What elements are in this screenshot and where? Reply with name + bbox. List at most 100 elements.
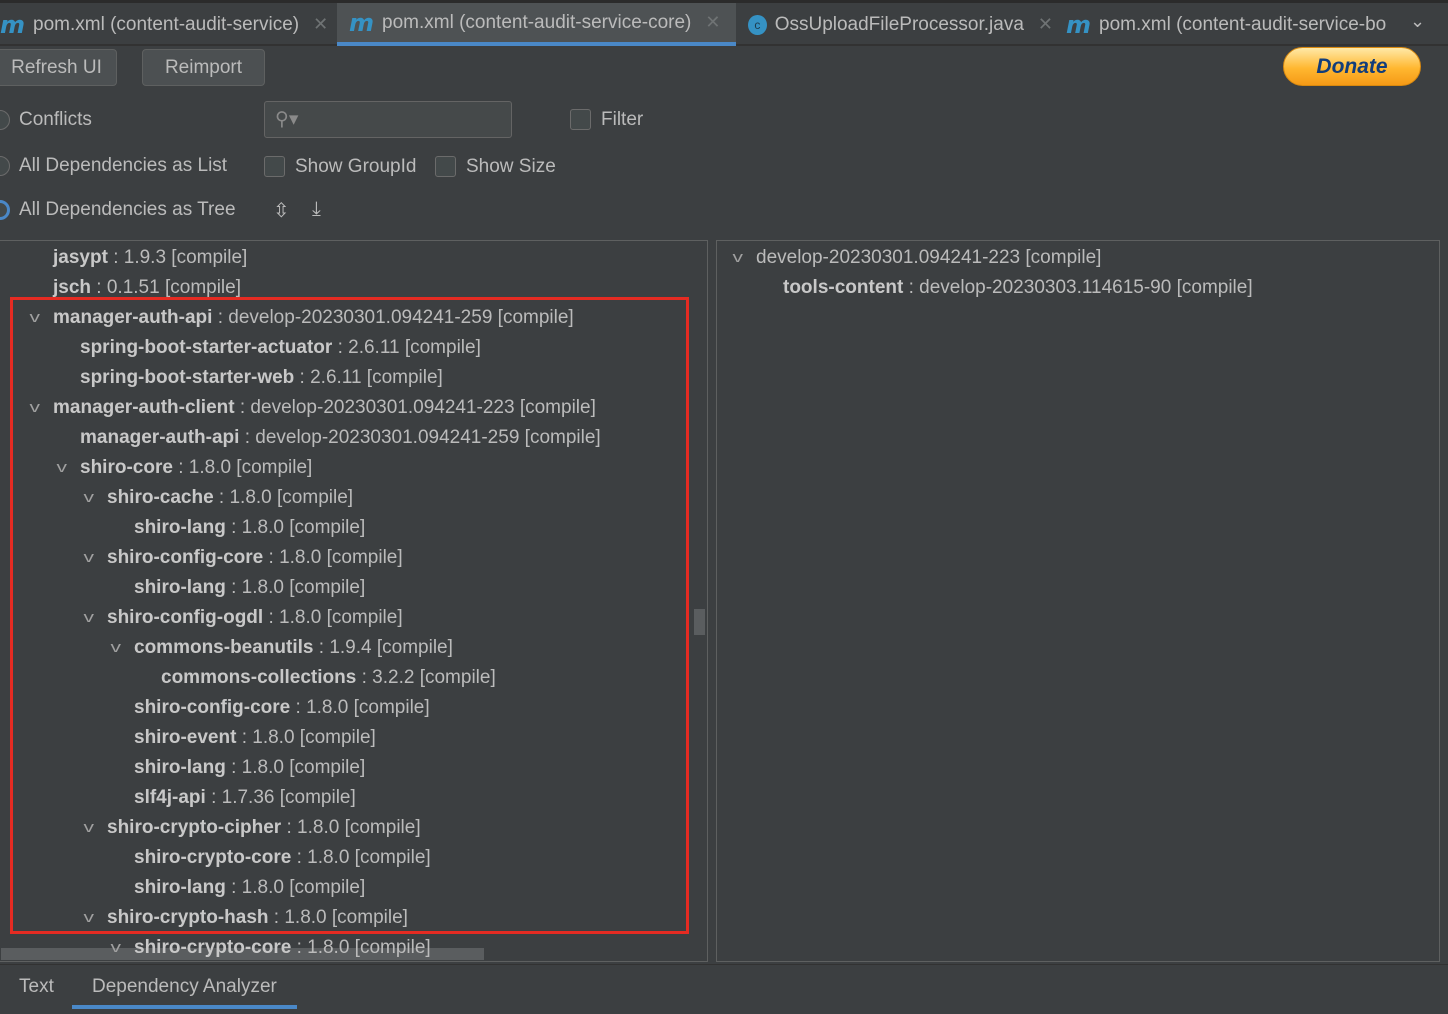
tree-radio[interactable] [0, 200, 10, 220]
tree-row[interactable]: manager-auth-api : develop-20230301.0942… [80, 423, 601, 453]
artifact-version: : 1.8.0 [compile] [225, 517, 366, 538]
tab-pom-content-audit-service-bo[interactable]: m pom.xml (content-audit-service-bo [1066, 3, 1398, 46]
artifact-version: : 1.8.0 [compile] [263, 547, 403, 568]
conflicts-radio[interactable] [0, 110, 10, 130]
list-radio[interactable] [0, 156, 10, 176]
tree-row[interactable]: v shiro-core : 1.8.0 [compile] [57, 453, 313, 483]
artifact-version: : 1.9.4 [compile] [313, 637, 453, 658]
tab-pom-content-audit-service-core[interactable]: m pom.xml (content-audit-service-core) ✕ [337, 3, 736, 46]
class-icon: c [748, 14, 767, 35]
dependency-tree-right[interactable]: v develop-20230301.094241-223 [compile] to… [716, 240, 1440, 962]
artifact-name: shiro-config-core [107, 547, 264, 568]
filter-label: Filter [601, 109, 644, 130]
artifact-name: shiro-event [134, 727, 237, 748]
tree-row[interactable]: shiro-event : 1.8.0 [compile] [134, 723, 376, 753]
tree-row[interactable]: shiro-lang : 1.8.0 [compile] [134, 513, 365, 543]
tree-row[interactable]: v shiro-crypto-core : 1.8.0 [compile] [111, 933, 431, 961]
chevron-down-icon[interactable]: v [84, 543, 95, 573]
artifact-version: : 1.8.0 [compile] [291, 847, 431, 868]
tree-row[interactable]: v shiro-config-core : 1.8.0 [compile] [84, 543, 403, 573]
show-size-checkbox[interactable] [435, 156, 456, 177]
chevron-down-icon[interactable]: v [57, 453, 68, 483]
artifact-name: shiro-lang [134, 877, 226, 898]
donate-button[interactable]: Donate [1283, 47, 1421, 86]
vertical-scrollbar[interactable] [694, 609, 705, 635]
artifact-version: : develop-20230301.094241-259 [compile] [212, 307, 574, 328]
artifact-name: shiro-crypto-hash [107, 907, 269, 928]
tree-row[interactable]: commons-collections : 3.2.2 [compile] [161, 663, 496, 693]
chevron-down-icon[interactable]: ⌄ [1410, 11, 1425, 32]
tree-row[interactable]: spring-boot-starter-web : 2.6.11 [compil… [80, 363, 443, 393]
tree-row[interactable]: v shiro-config-ogdl : 1.8.0 [compile] [84, 603, 403, 633]
tree-row[interactable]: v shiro-cache : 1.8.0 [compile] [84, 483, 354, 513]
dependency-tree-left[interactable]: jasypt : 1.9.3 [compile] jsch : 0.1.51 [c… [0, 240, 708, 962]
artifact-name: shiro-config-ogdl [107, 607, 264, 628]
tree-row[interactable]: tools-content : develop-20230303.114615-… [783, 273, 1253, 303]
tab-label: pom.xml (content-audit-service-bo [1099, 13, 1387, 35]
tree-row[interactable]: spring-boot-starter-actuator : 2.6.11 [c… [80, 333, 481, 363]
chevron-down-icon[interactable]: v [111, 933, 122, 961]
close-icon[interactable]: ✕ [1038, 14, 1053, 35]
artifact-name: slf4j-api [134, 787, 206, 808]
artifact-version: : develop-20230301.094241-223 [compile] [234, 397, 596, 418]
chevron-down-icon[interactable]: v [111, 633, 122, 663]
tab-label: pom.xml (content-audit-service-core) [382, 11, 692, 33]
reimport-button[interactable]: Reimport [142, 49, 265, 86]
tree-row[interactable]: jasypt : 1.9.3 [compile] [53, 243, 247, 273]
show-size-label: Show Size [466, 156, 556, 177]
tab-oss-upload-file-processor[interactable]: c OssUploadFileProcessor.java ✕ [748, 3, 1053, 46]
tree-row[interactable]: shiro-lang : 1.8.0 [compile] [134, 753, 365, 783]
tree-row[interactable]: jsch : 0.1.51 [compile] [53, 273, 241, 303]
tree-row[interactable]: shiro-config-core : 1.8.0 [compile] [134, 693, 430, 723]
close-icon[interactable]: ✕ [705, 12, 720, 33]
tree-row[interactable]: shiro-lang : 1.8.0 [compile] [134, 573, 365, 603]
maven-icon: m [349, 8, 375, 37]
expand-all-icon[interactable]: ⇳ [273, 198, 290, 223]
artifact-name: shiro-crypto-core [134, 847, 292, 868]
chevron-down-icon[interactable]: v [84, 603, 95, 633]
collapse-all-icon[interactable]: ⤓ [312, 198, 321, 221]
bottom-tab-bar: Text Dependency Analyzer [0, 964, 1448, 1009]
chevron-down-icon[interactable]: v [84, 483, 95, 513]
artifact-version: : 1.9.3 [compile] [107, 247, 248, 268]
maven-icon: m [0, 10, 26, 39]
tab-dependency-analyzer[interactable]: Dependency Analyzer [72, 965, 297, 1009]
artifact-name: tools-content [783, 277, 904, 298]
chevron-down-icon[interactable]: v [30, 303, 41, 333]
conflicts-label: Conflicts [19, 109, 92, 130]
tree-row[interactable]: v shiro-crypto-cipher : 1.8.0 [compile] [84, 813, 421, 843]
tree-row[interactable]: shiro-lang : 1.8.0 [compile] [134, 873, 365, 903]
artifact-name: manager-auth-client [53, 397, 235, 418]
maven-icon: m [1066, 10, 1092, 39]
tab-pom-content-audit-service[interactable]: m pom.xml (content-audit-service) ✕ [0, 3, 336, 46]
tree-row[interactable]: shiro-crypto-core : 1.8.0 [compile] [134, 843, 431, 873]
tree-row[interactable]: slf4j-api : 1.7.36 [compile] [134, 783, 356, 813]
tree-row[interactable]: v develop-20230301.094241-223 [compile] [733, 243, 1102, 273]
artifact-name: shiro-lang [134, 577, 226, 598]
tree-row[interactable]: v shiro-crypto-hash : 1.8.0 [compile] [84, 903, 408, 933]
refresh-ui-button[interactable]: Refresh UI [0, 49, 117, 86]
show-groupid-checkbox[interactable] [264, 156, 285, 177]
filter-checkbox[interactable] [570, 109, 591, 130]
chevron-down-icon[interactable]: v [30, 393, 41, 423]
artifact-version: : 1.8.0 [compile] [263, 607, 403, 628]
chevron-down-icon[interactable]: v [733, 243, 744, 273]
artifact-name: shiro-crypto-cipher [107, 817, 282, 838]
artifact-version: : 1.8.0 [compile] [213, 487, 354, 508]
search-input[interactable]: ⚲▾ [264, 101, 512, 138]
artifact-name: manager-auth-api [53, 307, 213, 328]
chevron-down-icon[interactable]: v [84, 903, 95, 933]
tree-row[interactable]: v commons-beanutils : 1.9.4 [compile] [111, 633, 453, 663]
tree-row[interactable]: v manager-auth-api : develop-20230301.094… [30, 303, 574, 333]
artifact-version: : 1.8.0 [compile] [236, 727, 376, 748]
artifact-name: spring-boot-starter-web [80, 367, 295, 388]
close-icon[interactable]: ✕ [313, 14, 328, 35]
tree-label: All Dependencies as Tree [19, 199, 236, 220]
chevron-down-icon[interactable]: v [84, 813, 95, 843]
artifact-name: commons-collections [161, 667, 357, 688]
tab-text[interactable]: Text [19, 965, 54, 1009]
tree-row[interactable]: v manager-auth-client : develop-20230301.… [30, 393, 596, 423]
artifact-name: commons-beanutils [134, 637, 314, 658]
editor-tab-bar: m pom.xml (content-audit-service) ✕ m po… [0, 0, 1448, 46]
tab-label: OssUploadFileProcessor.java [774, 13, 1024, 35]
